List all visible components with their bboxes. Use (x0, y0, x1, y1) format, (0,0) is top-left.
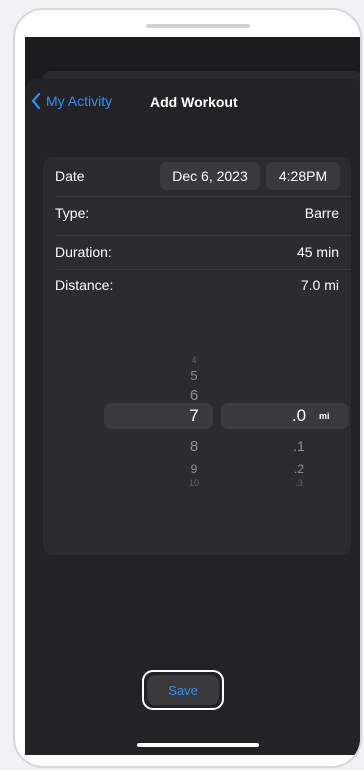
wheel-option[interactable]: 6 (179, 387, 209, 404)
back-button[interactable]: My Activity (31, 89, 112, 113)
page-title: Add Workout (150, 94, 238, 110)
distance-label: Distance: (55, 277, 114, 293)
wheel-option[interactable]: 8 (179, 438, 209, 455)
duration-label: Duration: (55, 244, 112, 260)
date-picker-button[interactable]: Dec 6, 2023 (160, 162, 260, 190)
chevron-left-icon (31, 93, 41, 109)
wheel-option[interactable]: 9 (179, 462, 209, 476)
type-row[interactable]: Type: Barre (43, 198, 351, 228)
speaker-bar (146, 24, 250, 28)
decimal-selected-value[interactable]: .0 (284, 406, 314, 426)
divider (55, 196, 351, 197)
duration-value: 45 min (296, 244, 339, 260)
type-value: Barre (304, 205, 339, 221)
type-label: Type: (55, 205, 90, 221)
app-screen: My Activity Add Workout Date Dec 6, 2023… (25, 37, 360, 755)
distance-value: 7.0 mi (300, 277, 339, 293)
wheel-option[interactable]: 10 (179, 478, 209, 488)
unit-label: mi (319, 411, 330, 421)
wheel-option[interactable]: .3 (284, 478, 314, 488)
phone-frame: My Activity Add Workout Date Dec 6, 2023… (13, 8, 362, 768)
wheel-option[interactable]: .1 (284, 438, 314, 454)
duration-row[interactable]: Duration: 45 min (43, 237, 351, 267)
distance-row[interactable]: Distance: 7.0 mi (43, 270, 351, 300)
wheel-option[interactable]: 4 (179, 355, 209, 365)
back-button-label: My Activity (46, 93, 113, 109)
time-picker-button[interactable]: 4:28PM (266, 162, 340, 190)
wheel-selected-value[interactable]: 7 (179, 406, 209, 426)
save-button-label: Save (147, 675, 219, 705)
home-indicator[interactable] (137, 743, 259, 747)
date-label: Date (55, 168, 85, 184)
wheel-option[interactable]: .2 (284, 462, 314, 476)
wheel-option[interactable]: 5 (179, 368, 209, 383)
divider (55, 235, 351, 236)
save-button[interactable]: Save (142, 670, 224, 710)
